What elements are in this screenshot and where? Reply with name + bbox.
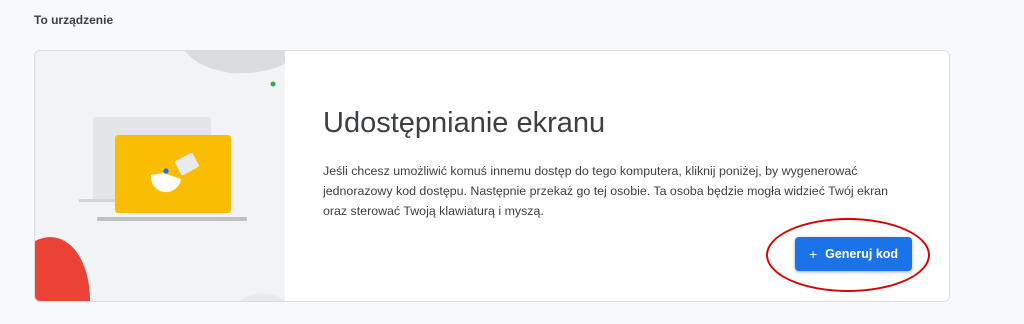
card-heading: Udostępnianie ekranu [323,107,606,139]
decorative-blob-red [35,237,90,301]
screen-sharing-card: Udostępnianie ekranu Jeśli chcesz umożli… [34,50,950,302]
card-content: Udostępnianie ekranu Jeśli chcesz umożli… [323,51,949,301]
pointer-dot [163,168,169,174]
plus-icon: + [808,246,818,262]
screen-sharing-illustration [35,51,285,301]
laptop-base [97,217,247,221]
card-description: Jeśli chcesz umożliwić komuś innemu dost… [323,164,889,218]
status-dot-green [270,81,276,87]
generate-code-label: Generuj kod [825,247,899,261]
laptop-screen [115,135,231,213]
decorative-blob-bottom [240,293,285,301]
generate-code-button[interactable]: + Generuj kod [795,237,912,271]
decorative-blob-top [185,51,285,74]
section-title: To urządzenie [34,13,114,27]
